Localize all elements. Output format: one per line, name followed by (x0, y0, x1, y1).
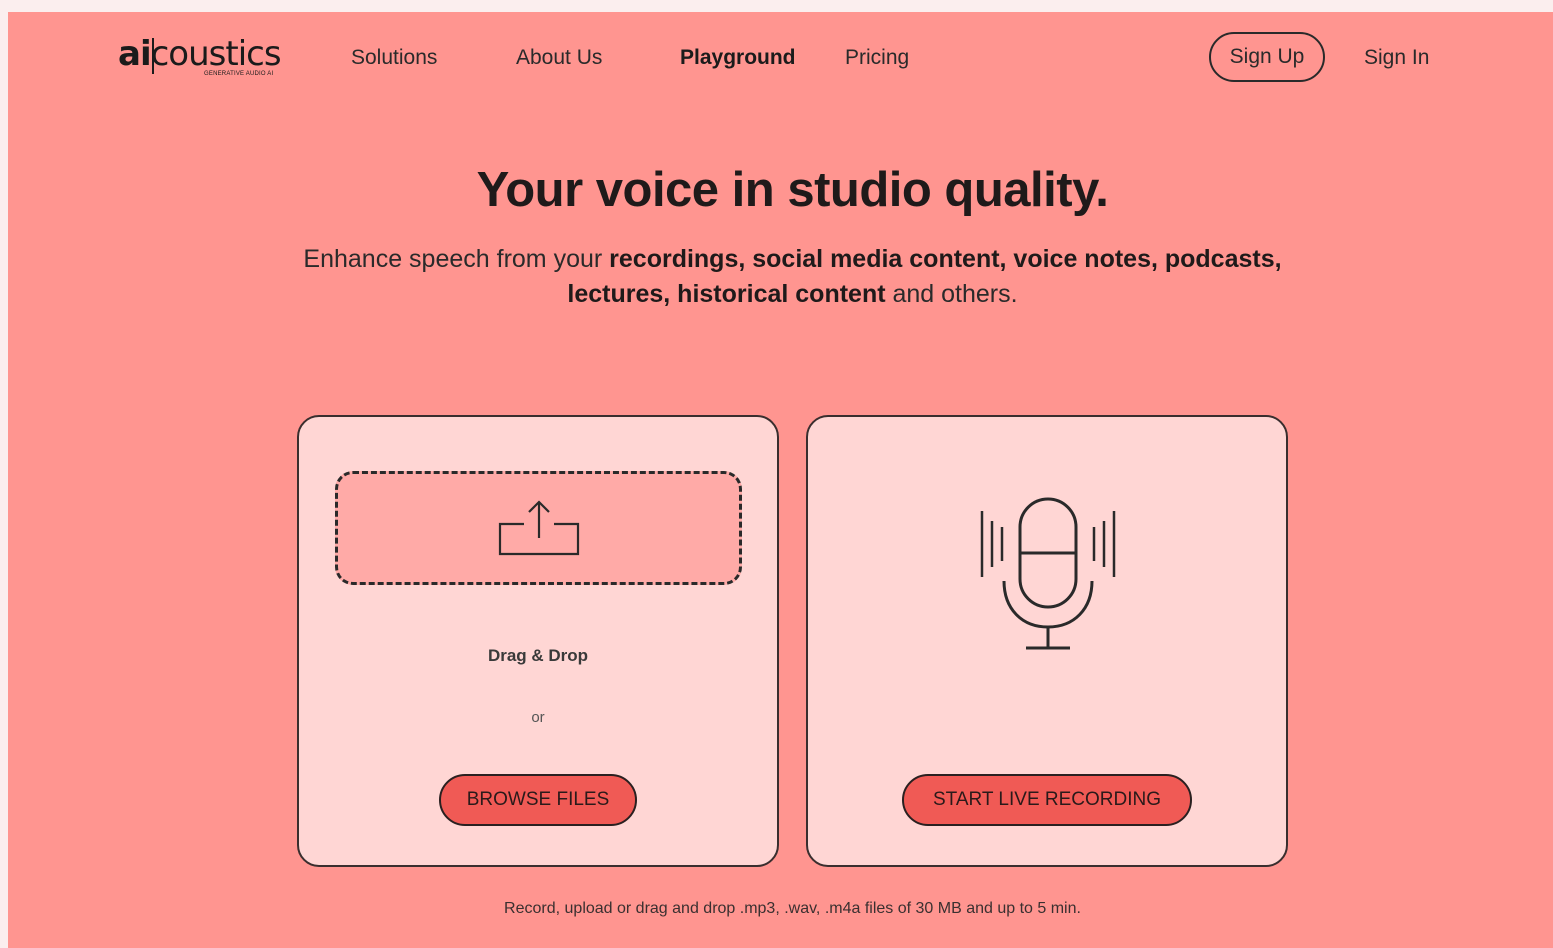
page: aicoustics GENERATIVE AUDIO AI Solutions… (8, 12, 1553, 948)
drag-drop-label: Drag & Drop (487, 646, 589, 665)
hero-subtitle-items-line2: lectures, historical content (567, 280, 886, 308)
upload-info-note: Record, upload or drag and drop .mp3, .w… (504, 900, 1081, 917)
start-live-recording-button[interactable]: START LIVE RECORDING (902, 774, 1192, 826)
nav-playground[interactable]: Playground (680, 44, 796, 72)
hero-subtitle-items-line1: recordings, social media content, voice … (609, 245, 1282, 273)
upload-icon (498, 500, 580, 556)
logo-prefix: ai (118, 34, 152, 74)
sign-up-button[interactable]: Sign Up (1209, 32, 1325, 82)
hero-subtitle-lead: Enhance speech from your (303, 245, 610, 273)
nav-about-us[interactable]: About Us (516, 44, 602, 72)
drop-zone[interactable] (335, 471, 742, 585)
microphone-icon (980, 497, 1116, 650)
logo-tagline: GENERATIVE AUDIO AI (204, 71, 274, 77)
hero-title: Your voice in studio quality. (476, 163, 1109, 217)
browse-files-button[interactable]: BROWSE FILES (439, 774, 637, 826)
logo-wordmark: aicoustics (118, 34, 282, 74)
logo[interactable]: aicoustics GENERATIVE AUDIO AI (118, 34, 288, 80)
hero-subtitle: Enhance speech from your recordings, soc… (8, 242, 1553, 312)
upload-card: Drag & Drop or BROWSE FILES (297, 415, 779, 867)
sign-in-link[interactable]: Sign In (1364, 44, 1429, 72)
logo-bar (152, 38, 154, 74)
nav-pricing[interactable]: Pricing (845, 44, 909, 72)
record-card: START LIVE RECORDING (806, 415, 1288, 867)
nav-solutions[interactable]: Solutions (351, 44, 437, 72)
logo-suffix: coustics (150, 34, 282, 74)
hero-subtitle-tail: and others. (885, 280, 1018, 308)
or-label: or (531, 709, 545, 726)
